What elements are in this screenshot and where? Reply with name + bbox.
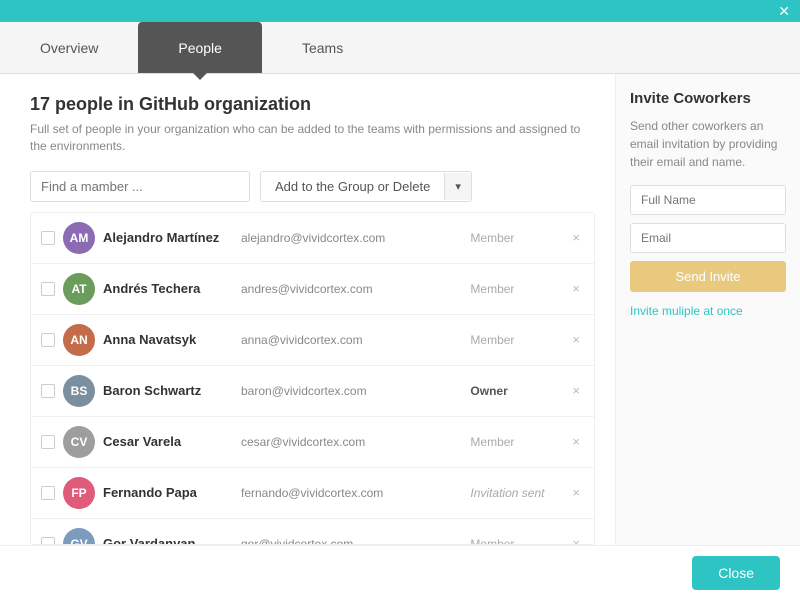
avatar: CV: [63, 426, 95, 458]
invite-multiple-link[interactable]: Invite muliple at once: [630, 304, 743, 318]
avatar: GV: [63, 528, 95, 545]
person-email: baron@vividcortex.com: [241, 384, 462, 398]
person-role: Member: [470, 333, 560, 347]
person-role: Member: [470, 537, 560, 545]
person-remove-icon[interactable]: ×: [568, 281, 584, 296]
person-email: andres@vividcortex.com: [241, 282, 462, 296]
tab-teams-label: Teams: [302, 40, 343, 56]
modal-body: 17 people in GitHub organization Full se…: [0, 74, 800, 545]
person-name: Alejandro Martínez: [103, 230, 233, 245]
group-delete-label: Add to the Group or Delete: [261, 172, 444, 201]
person-email: alejandro@vividcortex.com: [241, 231, 462, 245]
person-role: Member: [470, 282, 560, 296]
person-email: anna@vividcortex.com: [241, 333, 462, 347]
person-checkbox[interactable]: [41, 435, 55, 449]
table-row: FP Fernando Papa fernando@vividcortex.com I…: [31, 468, 594, 519]
avatar: AM: [63, 222, 95, 254]
modal-footer: Close: [0, 545, 800, 600]
toolbar: Add to the Group or Delete ▾: [30, 171, 595, 202]
table-row: AM Alejandro Martínez alejandro@vividcorte…: [31, 213, 594, 264]
close-button[interactable]: Close: [692, 556, 780, 590]
avatar: FP: [63, 477, 95, 509]
top-bar: ✕: [0, 0, 800, 22]
person-remove-icon[interactable]: ×: [568, 383, 584, 398]
page-title: 17 people in GitHub organization: [30, 94, 595, 115]
person-email: cesar@vividcortex.com: [241, 435, 462, 449]
table-row: BS Baron Schwartz baron@vividcortex.com Own…: [31, 366, 594, 417]
person-remove-icon[interactable]: ×: [568, 230, 584, 245]
person-name: Baron Schwartz: [103, 383, 233, 398]
person-name: Gor Vardanyan: [103, 536, 233, 545]
person-checkbox[interactable]: [41, 333, 55, 347]
person-name: Fernando Papa: [103, 485, 233, 500]
modal-close-x-icon[interactable]: ✕: [778, 4, 790, 18]
person-checkbox[interactable]: [41, 282, 55, 296]
avatar: AN: [63, 324, 95, 356]
people-list: AM Alejandro Martínez alejandro@vividcorte…: [30, 212, 595, 545]
invite-sidebar: Invite Coworkers Send other coworkers an…: [615, 74, 800, 545]
table-row: GV Gor Vardanyan gor@vividcortex.com Member…: [31, 519, 594, 545]
person-name: Cesar Varela: [103, 434, 233, 449]
tab-teams[interactable]: Teams: [262, 22, 383, 73]
person-checkbox[interactable]: [41, 384, 55, 398]
table-row: CV Cesar Varela cesar@vividcortex.com Membe…: [31, 417, 594, 468]
person-remove-icon[interactable]: ×: [568, 434, 584, 449]
page-subtitle: Full set of people in your organization …: [30, 121, 595, 155]
table-row: AN Anna Navatsyk anna@vividcortex.com Membe…: [31, 315, 594, 366]
avatar: AT: [63, 273, 95, 305]
modal: ✕ Overview People Teams 17 people in Git…: [0, 0, 800, 600]
email-input[interactable]: [630, 223, 786, 253]
person-email: fernando@vividcortex.com: [241, 486, 462, 500]
tab-people-label: People: [178, 40, 222, 56]
person-role: Member: [470, 231, 560, 245]
group-delete-button[interactable]: Add to the Group or Delete ▾: [260, 171, 472, 202]
tabs-bar: Overview People Teams: [0, 22, 800, 74]
person-role: Invitation sent: [470, 486, 560, 500]
person-remove-icon[interactable]: ×: [568, 485, 584, 500]
sidebar-title: Invite Coworkers: [630, 90, 786, 107]
group-delete-arrow-icon: ▾: [444, 173, 471, 200]
table-row: AT Andrés Techera andres@vividcortex.com Me…: [31, 264, 594, 315]
tab-overview[interactable]: Overview: [0, 22, 138, 73]
person-name: Anna Navatsyk: [103, 332, 233, 347]
person-checkbox[interactable]: [41, 537, 55, 545]
full-name-input[interactable]: [630, 185, 786, 215]
person-role: Owner: [470, 384, 560, 398]
person-checkbox[interactable]: [41, 486, 55, 500]
avatar: BS: [63, 375, 95, 407]
tab-overview-label: Overview: [40, 40, 98, 56]
person-remove-icon[interactable]: ×: [568, 536, 584, 545]
send-invite-button[interactable]: Send Invite: [630, 261, 786, 292]
main-content: 17 people in GitHub organization Full se…: [0, 74, 615, 545]
person-role: Member: [470, 435, 560, 449]
search-input[interactable]: [30, 171, 250, 202]
person-email: gor@vividcortex.com: [241, 537, 462, 545]
tab-people[interactable]: People: [138, 22, 262, 73]
sidebar-description: Send other coworkers an email invitation…: [630, 117, 786, 171]
person-remove-icon[interactable]: ×: [568, 332, 584, 347]
person-name: Andrés Techera: [103, 281, 233, 296]
person-checkbox[interactable]: [41, 231, 55, 245]
